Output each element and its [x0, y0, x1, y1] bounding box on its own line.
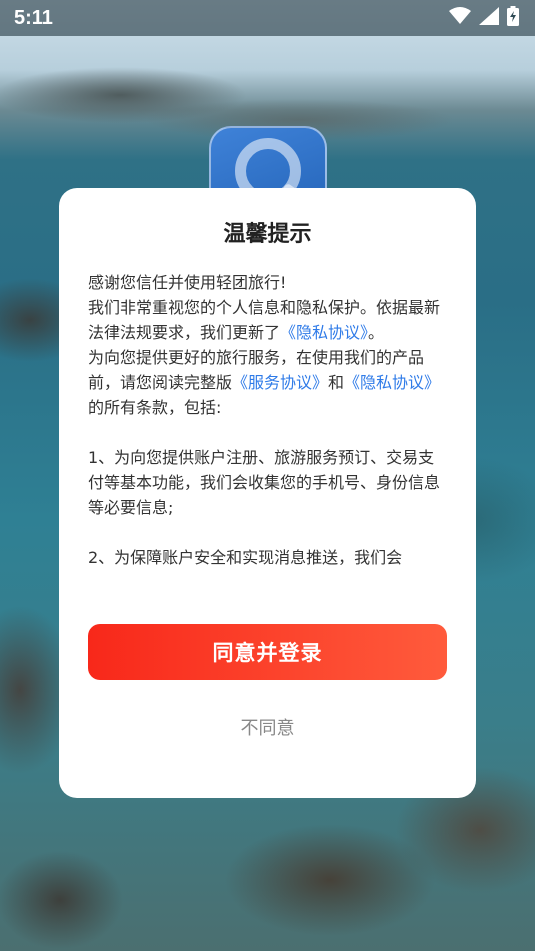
service-agreement-link[interactable]: 《服务协议》 — [232, 373, 328, 392]
agree-and-login-button[interactable]: 同意并登录 — [88, 624, 447, 680]
status-time: 5:11 — [14, 6, 53, 29]
privacy-update-paragraph: 我们非常重视您的个人信息和隐私保护。依据最新法律法规要求，我们更新了《隐私协议》… — [88, 295, 447, 345]
body-text: 和 — [328, 373, 345, 392]
dialog-title: 温馨提示 — [223, 222, 312, 247]
body-text: 的所有条款，包括: — [88, 398, 222, 417]
privacy-dialog: 温馨提示 感谢您信任并使用轻团旅行! 我们非常重视您的个人信息和隐私保护。依据最… — [59, 188, 476, 798]
status-bar: 5:11 — [0, 0, 535, 36]
terms-item-2: 2、为保障账户安全和实现消息推送，我们会 — [88, 548, 403, 567]
body-text: 。 — [368, 323, 385, 342]
battery-charging-icon — [507, 6, 519, 30]
cellular-signal-icon — [479, 7, 499, 29]
privacy-policy-link[interactable]: 《隐私协议》 — [280, 323, 368, 342]
disagree-button[interactable]: 不同意 — [88, 714, 447, 740]
intro-text: 感谢您信任并使用轻团旅行! — [88, 273, 287, 292]
agreement-paragraph: 为向您提供更好的旅行服务，在使用我们的产品前，请您阅读完整版《服务协议》和《隐私… — [88, 345, 447, 420]
privacy-policy-link-2[interactable]: 《隐私协议》 — [344, 373, 440, 392]
status-icons — [449, 6, 519, 30]
terms-item-1: 1、为向您提供账户注册、旅游服务预订、交易支付等基本功能，我们会收集您的手机号、… — [88, 448, 441, 517]
wifi-icon — [449, 7, 471, 29]
dialog-body-scroll[interactable]: 感谢您信任并使用轻团旅行! 我们非常重视您的个人信息和隐私保护。依据最新法律法规… — [88, 270, 447, 590]
body-text: 我们非常重视您的个人信息和隐私保护。依据最新法律法规要求，我们更新了 — [88, 298, 441, 342]
